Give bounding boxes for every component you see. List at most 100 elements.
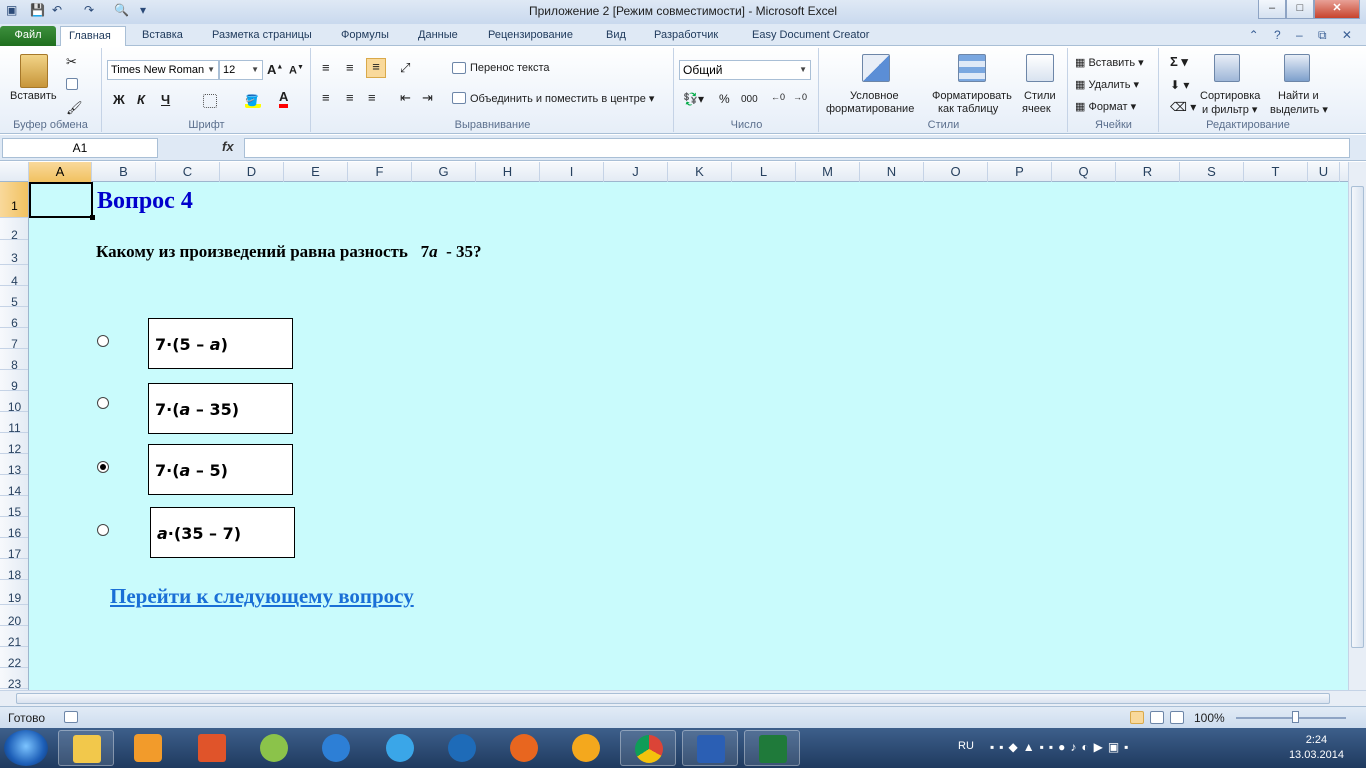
row-header-12[interactable]: 12 bbox=[0, 433, 28, 456]
cell-styles-icon[interactable] bbox=[1026, 54, 1054, 82]
sort-filter-label-1[interactable]: Сортировка bbox=[1200, 90, 1260, 102]
column-header-l[interactable]: L bbox=[732, 162, 796, 182]
horizontal-scroll-thumb[interactable] bbox=[16, 693, 1330, 704]
select-all-corner[interactable] bbox=[0, 162, 29, 182]
column-header-b[interactable]: B bbox=[92, 162, 156, 182]
font-color-icon[interactable]: A bbox=[279, 90, 289, 108]
taskbar-paint[interactable] bbox=[246, 730, 302, 766]
row-header-19[interactable]: 19 bbox=[0, 580, 28, 605]
tab-developer[interactable]: Разработчик bbox=[646, 26, 726, 46]
tray-icons[interactable]: ▪▪◆▲▪▪●♪◐▶▣▪ bbox=[990, 740, 1133, 754]
row-header-14[interactable]: 14 bbox=[0, 475, 28, 498]
tab-data[interactable]: Данные bbox=[410, 26, 466, 46]
row-header-1[interactable]: 1 bbox=[0, 182, 28, 218]
column-header-k[interactable]: K bbox=[668, 162, 732, 182]
comma-style-button[interactable]: 000 bbox=[741, 94, 758, 105]
taskbar-firefox[interactable] bbox=[496, 730, 552, 766]
orientation-icon[interactable]: ⤢ bbox=[400, 60, 410, 76]
underline-button[interactable]: Ч bbox=[161, 92, 170, 107]
conditional-formatting-label-2[interactable]: форматирование bbox=[826, 103, 914, 115]
font-size-select[interactable]: 12 ▼ bbox=[219, 60, 263, 80]
column-header-r[interactable]: R bbox=[1116, 162, 1180, 182]
taskbar-explorer[interactable] bbox=[58, 730, 114, 766]
shrink-font-icon[interactable]: A▼ bbox=[289, 64, 304, 77]
find-select-label-1[interactable]: Найти и bbox=[1278, 90, 1319, 102]
row-header-16[interactable]: 16 bbox=[0, 517, 28, 540]
taskbar-ie[interactable] bbox=[372, 730, 428, 766]
worksheet[interactable]: Вопрос 4 Какому из произведений равна ра… bbox=[29, 182, 1348, 690]
decrease-indent-icon[interactable]: ⇤ bbox=[400, 90, 411, 106]
bold-button[interactable]: Ж bbox=[113, 92, 125, 107]
cut-icon[interactable]: ✂ bbox=[66, 54, 77, 70]
column-header-n[interactable]: N bbox=[860, 162, 924, 182]
column-header-t[interactable]: T bbox=[1244, 162, 1308, 182]
conditional-formatting-label-1[interactable]: Условное bbox=[850, 90, 899, 102]
align-top-icon[interactable]: ≡ bbox=[322, 60, 330, 75]
close-button[interactable]: ✕ bbox=[1314, 0, 1360, 19]
vertical-scroll-thumb[interactable] bbox=[1351, 186, 1364, 648]
paste-button[interactable]: Вставить bbox=[10, 90, 57, 102]
column-header-o[interactable]: O bbox=[924, 162, 988, 182]
row-header-15[interactable]: 15 bbox=[0, 496, 28, 519]
align-right-icon[interactable]: ≡ bbox=[368, 90, 376, 105]
merge-center-button[interactable]: Объединить и поместить в центре ▾ bbox=[470, 92, 654, 105]
column-header-a[interactable]: A bbox=[29, 162, 92, 182]
vertical-scrollbar[interactable] bbox=[1348, 162, 1366, 690]
column-header-c[interactable]: C bbox=[156, 162, 220, 182]
taskbar-excel[interactable] bbox=[744, 730, 800, 766]
copy-icon[interactable] bbox=[66, 78, 78, 90]
minimize-button[interactable]: – bbox=[1258, 0, 1286, 19]
format-painter-icon[interactable]: 🖌 bbox=[66, 100, 83, 116]
tab-home[interactable]: Главная bbox=[60, 26, 126, 46]
column-header-h[interactable]: H bbox=[476, 162, 540, 182]
row-header-9[interactable]: 9 bbox=[0, 370, 28, 393]
clear-icon[interactable]: ⌫ ▾ bbox=[1170, 100, 1196, 114]
macro-record-icon[interactable] bbox=[64, 711, 78, 723]
delete-cells-button[interactable]: ▦ Удалить ▾ bbox=[1075, 78, 1139, 91]
zoom-level[interactable]: 100% bbox=[1194, 711, 1225, 725]
maximize-button[interactable]: □ bbox=[1286, 0, 1314, 19]
page-break-view-icon[interactable] bbox=[1170, 711, 1184, 724]
column-header-i[interactable]: I bbox=[540, 162, 604, 182]
row-header-7[interactable]: 7 bbox=[0, 328, 28, 351]
row-header-10[interactable]: 10 bbox=[0, 391, 28, 414]
taskbar-office[interactable] bbox=[184, 730, 240, 766]
row-header-2[interactable]: 2 bbox=[0, 218, 28, 242]
sort-filter-icon[interactable] bbox=[1214, 54, 1240, 82]
start-button[interactable] bbox=[4, 730, 48, 766]
column-header-u[interactable]: U bbox=[1308, 162, 1340, 182]
tab-review[interactable]: Рецензирование bbox=[480, 26, 581, 46]
tab-easy-document-creator[interactable]: Easy Document Creator bbox=[744, 26, 877, 46]
align-bottom-icon[interactable]: ≡ bbox=[366, 58, 386, 78]
column-header-s[interactable]: S bbox=[1180, 162, 1244, 182]
taskbar-aimp[interactable] bbox=[558, 730, 614, 766]
normal-view-icon[interactable] bbox=[1130, 711, 1144, 724]
zoom-slider[interactable] bbox=[1236, 717, 1346, 719]
insert-cells-button[interactable]: ▦ Вставить ▾ bbox=[1075, 56, 1144, 69]
horizontal-scrollbar[interactable] bbox=[0, 690, 1366, 706]
row-header-22[interactable]: 22 bbox=[0, 647, 28, 670]
taskbar-media-player[interactable] bbox=[120, 730, 176, 766]
taskbar-chrome[interactable] bbox=[620, 730, 676, 766]
taskbar-flash[interactable] bbox=[308, 730, 364, 766]
format-cells-button[interactable]: ▦ Формат ▾ bbox=[1075, 100, 1136, 113]
tab-view[interactable]: Вид bbox=[598, 26, 634, 46]
column-header-p[interactable]: P bbox=[988, 162, 1052, 182]
borders-icon[interactable] bbox=[203, 94, 217, 108]
answer-radio-1[interactable] bbox=[97, 335, 109, 347]
number-format-select[interactable]: Общий ▼ bbox=[679, 60, 811, 80]
cell-styles-label-1[interactable]: Стили bbox=[1024, 90, 1056, 102]
increase-indent-icon[interactable]: ⇥ bbox=[422, 90, 433, 106]
tab-insert[interactable]: Вставка bbox=[134, 26, 191, 46]
answer-radio-2[interactable] bbox=[97, 397, 109, 409]
row-header-20[interactable]: 20 bbox=[0, 605, 28, 628]
taskbar-app[interactable] bbox=[434, 730, 490, 766]
row-header-18[interactable]: 18 bbox=[0, 559, 28, 582]
wrap-text-icon[interactable] bbox=[452, 62, 466, 74]
tab-file[interactable]: Файл bbox=[0, 26, 56, 46]
wrap-text-button[interactable]: Перенос текста bbox=[470, 62, 550, 74]
active-cell[interactable] bbox=[29, 182, 95, 220]
row-header-6[interactable]: 6 bbox=[0, 307, 28, 330]
insert-function-icon[interactable]: fx bbox=[222, 139, 234, 154]
format-as-table-label-2[interactable]: как таблицу bbox=[938, 103, 998, 115]
